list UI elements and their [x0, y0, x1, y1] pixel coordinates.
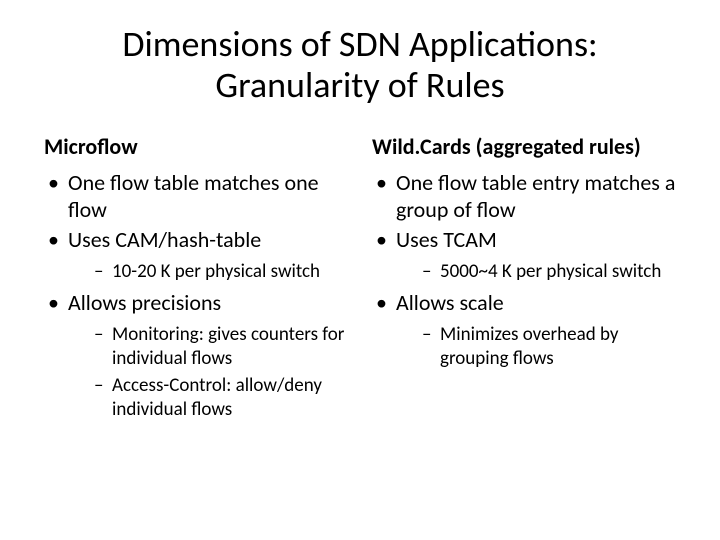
bullet-text: Allows scale — [396, 289, 504, 316]
list-item: Minimizes overhead by grouping flows — [396, 323, 676, 371]
list-item: Monitoring: gives counters for individua… — [68, 323, 348, 371]
slide-title: Dimensions of SDN Applications: Granular… — [44, 24, 676, 107]
sub-list: 10-20 K per physical switch — [68, 260, 348, 284]
left-column: Microflow One flow table matches one flo… — [44, 133, 348, 428]
list-item: Access-Control: allow/deny individual fl… — [68, 374, 348, 422]
sub-list: Minimizes overhead by grouping flows — [396, 323, 676, 371]
right-column: Wild.Cards (aggregated rules) One flow t… — [372, 133, 676, 428]
bullet-text: Uses TCAM — [396, 226, 497, 253]
bullet-text: One flow table matches one flow — [68, 169, 319, 223]
list-item: One flow table entry matches a group of … — [372, 170, 676, 224]
sub-text: Monitoring: gives counters for individua… — [112, 323, 344, 370]
bullet-text: Allows precisions — [68, 289, 221, 316]
title-line-1: Dimensions of SDN Applications: — [122, 22, 597, 66]
sub-list: Monitoring: gives counters for individua… — [68, 323, 348, 422]
list-item: 5000~4 K per physical switch — [396, 260, 676, 284]
list-item: 10-20 K per physical switch — [68, 260, 348, 284]
bullet-text: Uses CAM/hash-table — [68, 226, 261, 253]
title-line-2: Granularity of Rules — [215, 63, 504, 107]
right-bullets: One flow table entry matches a group of … — [372, 170, 676, 371]
sub-text: Access-Control: allow/deny individual fl… — [112, 374, 322, 421]
sub-text: Minimizes overhead by grouping flows — [440, 323, 618, 370]
columns: Microflow One flow table matches one flo… — [44, 133, 676, 428]
list-item: Allows scale Minimizes overhead by group… — [372, 290, 676, 370]
list-item: Uses TCAM 5000~4 K per physical switch — [372, 227, 676, 284]
bullet-text: One flow table entry matches a group of … — [396, 169, 675, 223]
sub-text: 10-20 K per physical switch — [112, 260, 320, 283]
left-bullets: One flow table matches one flow Uses CAM… — [44, 170, 348, 422]
list-item: Allows precisions Monitoring: gives coun… — [44, 290, 348, 422]
sub-text: 5000~4 K per physical switch — [440, 260, 661, 283]
left-heading: Microflow — [44, 133, 348, 160]
list-item: Uses CAM/hash-table 10-20 K per physical… — [44, 227, 348, 284]
sub-list: 5000~4 K per physical switch — [396, 260, 676, 284]
list-item: One flow table matches one flow — [44, 170, 348, 224]
right-heading: Wild.Cards (aggregated rules) — [372, 133, 676, 160]
